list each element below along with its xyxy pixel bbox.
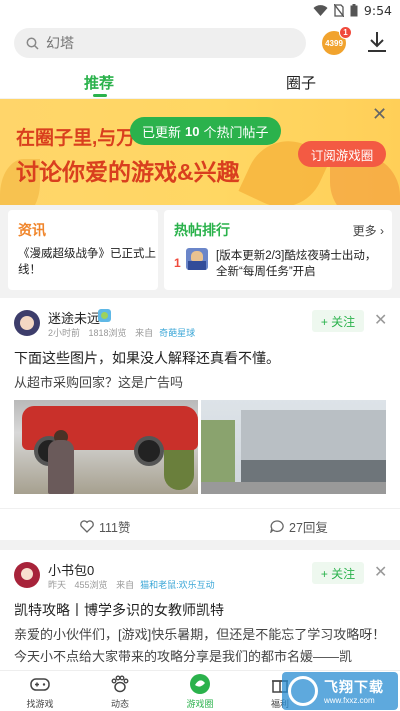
post-meta: 昨天 455浏览 来自 猫和老鼠:欢乐互动 (48, 578, 221, 591)
no-sim-icon (333, 4, 344, 17)
close-icon[interactable]: ✕ (372, 104, 387, 125)
nav-find-games[interactable]: 找游戏 (10, 673, 70, 710)
post-source[interactable]: 猫和老鼠:欢乐互动 (140, 580, 215, 590)
more-link[interactable]: 更多 › (353, 222, 384, 239)
battery-icon (350, 4, 358, 17)
news-card-item[interactable]: 《漫威超级战争》已正式上线！ (18, 246, 156, 278)
nav-label: 游戏圈 (186, 699, 214, 709)
nav-label: 找游戏 (26, 699, 54, 709)
update-pill: 已更新 10 个热门帖子 (130, 117, 281, 145)
watermark-logo: 飞翔下载 www.fxxz.com (282, 672, 398, 710)
banner-headline-1: 在圈子里,与万 (16, 128, 136, 149)
post-meta: 2小时前 1818浏览 来自 奇葩星球 (48, 326, 201, 339)
dismiss-icon[interactable]: ✕ (374, 562, 387, 582)
avatar[interactable] (14, 562, 40, 588)
post-username[interactable]: 小书包0 (48, 560, 94, 579)
more-label: 更多 (352, 224, 377, 238)
heart-icon (80, 520, 94, 533)
watermark-circle-icon (288, 676, 318, 706)
news-card[interactable]: 资讯 《漫威超级战争》已正式上线！ (8, 210, 158, 290)
follow-button[interactable]: + 关注 (312, 562, 364, 584)
post-image-2[interactable] (201, 400, 386, 494)
hot-post-thumbnail (186, 248, 208, 270)
post-views: 455浏览 (74, 580, 108, 590)
comment-icon (270, 520, 284, 533)
update-pill-suffix: 个热门帖子 (203, 124, 269, 140)
hot-posts-card[interactable]: 热帖排行 更多 › 1 [版本更新2/3]酷炫夜骑士出动，全新“每周任务”开启 (164, 210, 392, 290)
watermark-title: 飞翔下载 (324, 679, 384, 695)
promo-banner[interactable]: 在圈子里,与万 讨论你爱的游戏&兴趣 已更新 10 个热门帖子 订阅游戏圈 ✕ (0, 99, 400, 205)
chevron-right-icon: › (380, 224, 384, 238)
search-icon (26, 37, 39, 50)
app-logo-label: 4399 (325, 38, 343, 48)
paw-icon (111, 675, 129, 693)
top-bar: 4399 1 (0, 22, 400, 68)
post-card[interactable]: 小书包0 昨天 455浏览 来自 猫和老鼠:欢乐互动 + 关注 ✕ 凯特攻略丨博学… (0, 550, 400, 670)
follow-button[interactable]: + 关注 (312, 310, 364, 332)
notification-badge: 1 (339, 26, 352, 39)
like-count: 111赞 (99, 521, 131, 535)
tab-circle[interactable]: 圈子 (286, 72, 316, 93)
nav-game-circle[interactable]: 游戏圈 (170, 673, 230, 710)
post-source[interactable]: 奇葩星球 (159, 328, 195, 338)
hot-card-title: 热帖排行 (174, 222, 230, 238)
info-cards: 资讯 《漫威超级战争》已正式上线！ 热帖排行 更多 › 1 [版本更新2/3]酷… (0, 210, 400, 290)
tab-bar: 推荐 圈子 (0, 68, 400, 98)
search-bar[interactable] (14, 28, 306, 58)
post-title[interactable]: 凯特攻略丨博学多识的女教师凯特 (14, 600, 224, 620)
nav-activity[interactable]: 动态 (90, 673, 150, 710)
banner-headline-2: 讨论你爱的游戏&兴趣 (16, 159, 240, 185)
subscribe-button[interactable]: 订阅游戏圈 (298, 141, 386, 167)
reply-count: 27回复 (289, 521, 328, 535)
post-card[interactable]: 迷途未远 2小时前 1818浏览 来自 奇葩星球 + 关注 ✕ 下面这些图片，如果… (0, 298, 400, 540)
circle-icon (190, 674, 210, 694)
post-username[interactable]: 迷途未远 (48, 308, 100, 327)
download-icon[interactable] (366, 30, 388, 54)
hot-post-title[interactable]: [版本更新2/3]酷炫夜骑士出动，全新“每周任务”开启 (216, 248, 386, 280)
post-time: 昨天 (48, 580, 67, 590)
status-icons: 9:54 (313, 3, 392, 18)
update-pill-prefix: 已更新 (142, 124, 182, 140)
reply-button[interactable]: 27回复 (270, 517, 328, 536)
post-title[interactable]: 下面这些图片，如果没人解释还真看不懂。 (14, 348, 280, 368)
post-body[interactable]: 亲爱的小伙伴们，[游戏]快乐暑期，但还是不能忘了学习攻略呀！今天小不点给大家带来… (14, 624, 386, 668)
update-pill-count: 10 (185, 123, 200, 139)
dismiss-icon[interactable]: ✕ (374, 310, 387, 330)
post-views: 1818浏览 (88, 328, 127, 338)
post-time: 2小时前 (48, 328, 81, 338)
avatar[interactable] (14, 310, 40, 336)
post-body[interactable]: 从超市采购回家？这是广告吗 (14, 372, 183, 391)
watermark-url: www.fxxz.com (324, 696, 375, 705)
wifi-icon (313, 4, 328, 16)
level-badge-icon (98, 309, 111, 322)
post-source-prefix: 来自 (135, 328, 154, 338)
post-actions: 111赞 27回复 (0, 508, 400, 538)
search-input[interactable] (46, 35, 266, 51)
app-logo-button[interactable]: 4399 1 (322, 26, 352, 55)
clock: 9:54 (363, 3, 392, 18)
nav-label: 动态 (110, 699, 129, 709)
tab-recommend[interactable]: 推荐 (84, 72, 114, 93)
active-tab-indicator (93, 94, 107, 97)
news-card-title: 资讯 (18, 222, 46, 238)
post-image-1[interactable] (14, 400, 198, 494)
hot-rank: 1 (174, 256, 181, 270)
status-bar: 9:54 (0, 0, 400, 22)
like-button[interactable]: 111赞 (80, 517, 131, 536)
gamepad-icon (30, 678, 50, 691)
post-source-prefix: 来自 (116, 580, 135, 590)
